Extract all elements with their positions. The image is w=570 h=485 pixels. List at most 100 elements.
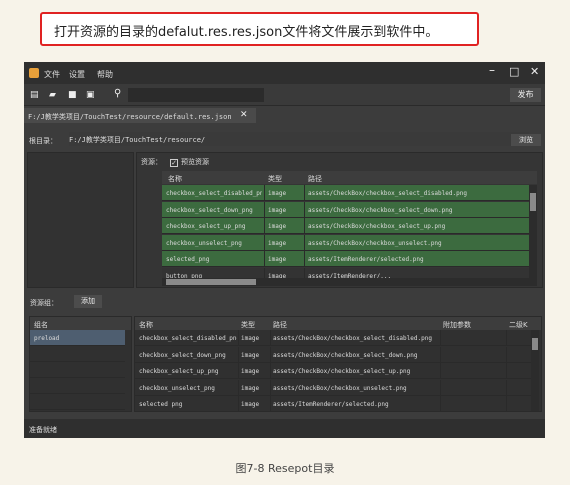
column-separator (270, 346, 271, 363)
search-icon[interactable]: ⚲ (114, 88, 121, 99)
resource-cell-name: checkbox_select_disabled_png (166, 190, 262, 197)
column-separator (270, 330, 271, 346)
publish-button[interactable]: 发布 (510, 88, 541, 102)
resource-table-header: 名称 类型 路径 (162, 171, 537, 184)
detail-row[interactable]: checkbox_select_down_png image assets/Chec… (135, 346, 531, 363)
column-separator (440, 330, 441, 346)
column-separator (270, 363, 271, 379)
app-logo-icon (29, 68, 39, 78)
column-separator (304, 185, 305, 201)
status-bar: 准备就绪 (24, 419, 545, 438)
resource-cell-type: image (268, 256, 287, 263)
detail-column-name[interactable]: 名称 (139, 320, 153, 330)
resource-row[interactable]: button_png image assets/ItemRenderer/... (162, 267, 529, 278)
resource-cell-name: checkbox_select_down_png (166, 206, 253, 214)
resource-row[interactable]: selected_png image assets/ItemRenderer/sel… (162, 251, 529, 267)
group-table-body: preload (30, 330, 125, 410)
resource-title: 资源： (141, 158, 162, 166)
column-separator (304, 251, 305, 267)
detail-cell-name: checkbox_select_down_png (139, 351, 226, 359)
menu-file[interactable]: 文件 (44, 69, 60, 80)
folder-tree-panel[interactable] (27, 152, 134, 288)
add-group-button[interactable]: 添加 (74, 295, 102, 308)
column-separator (440, 363, 441, 379)
tab-close-icon[interactable]: ✕ (240, 110, 248, 120)
column-separator (304, 234, 305, 251)
column-separator (304, 218, 305, 234)
detail-table-body: checkbox_select_disabled_png image assets/… (135, 330, 531, 411)
group-row[interactable] (30, 378, 125, 394)
column-separator (264, 201, 265, 218)
resource-row[interactable]: checkbox_select_disabled_png image assets/… (162, 185, 529, 201)
column-separator (506, 330, 507, 346)
column-separator (264, 267, 265, 278)
column-path[interactable]: 路径 (308, 174, 322, 184)
detail-cell-path: assets/CheckBox/checkbox_select_down.png (273, 351, 418, 359)
resource-row[interactable]: checkbox_select_up_png image assets/CheckB… (162, 218, 529, 234)
toolbar: ▤ ▰ ■ ▣ ⚲ 发布 (24, 84, 545, 106)
resource-table-body: checkbox_select_disabled_pngimage assets/… (162, 185, 529, 278)
detail-cell-type: image (241, 351, 260, 359)
column-separator (238, 379, 239, 396)
resource-panel: 资源： ✓ 预览资源 名称 类型 路径 checkbox_select_disabl… (136, 152, 543, 288)
detail-row[interactable]: checkbox_select_disabled_png image assets/… (135, 330, 531, 346)
group-row[interactable] (30, 394, 125, 410)
tab-default-res-json[interactable]: F:/J教学类项目/TouchTest/resource/default.res… (24, 108, 256, 123)
group-list-panel: 组名 preload (29, 316, 132, 412)
preview-checkbox[interactable]: ✓ (170, 159, 178, 167)
resource-cell-name: selected_png (166, 256, 210, 263)
maximize-icon[interactable]: □ (509, 65, 519, 78)
detail-column-extra[interactable]: 附加参数 (443, 320, 471, 330)
detail-vscroll[interactable] (531, 330, 539, 411)
detail-cell-type: image (241, 401, 260, 408)
column-name[interactable]: 名称 (168, 174, 182, 184)
group-row[interactable] (30, 362, 125, 378)
column-type[interactable]: 类型 (268, 174, 282, 184)
column-separator (440, 346, 441, 363)
resource-hscroll[interactable] (162, 278, 537, 286)
status-text: 准备就绪 (29, 426, 57, 434)
detail-row[interactable]: checkbox_unselect_png image assets/CheckBo… (135, 379, 531, 396)
root-label: 根目录： (29, 137, 57, 145)
instruction-callout: 打开资源的目录的defalut.res.res.json文件将文件展示到软件中。 (40, 12, 479, 46)
detail-cell-type: image (241, 368, 260, 375)
figure-caption: 图7-8 Resepot目录 (235, 462, 335, 475)
detail-cell-type: image (241, 335, 260, 342)
resource-cell-type: image (268, 206, 287, 214)
column-separator (238, 330, 239, 346)
resource-cell-name: checkbox_select_up_png (166, 223, 246, 230)
group-name-cell: preload (34, 335, 60, 342)
save-all-icon[interactable]: ▣ (86, 90, 95, 100)
column-separator (264, 234, 265, 251)
group-detail-panel: 名称 类型 路径 附加参数 二级K checkbox_select_disabl… (134, 316, 542, 412)
column-separator (238, 346, 239, 363)
minimize-icon[interactable]: – (489, 63, 495, 77)
detail-row[interactable]: selected png image assets/ItemRenderer/sel… (135, 396, 531, 411)
resource-cell-type: image (268, 223, 287, 230)
close-icon[interactable]: ✕ (530, 65, 539, 78)
column-separator (270, 379, 271, 396)
new-file-icon[interactable]: ▤ (30, 90, 39, 100)
root-path-field[interactable]: F:/J教学类项目/TouchTest/resource/ (69, 132, 529, 146)
resource-row[interactable]: checkbox_select_down_png image assets/Chec… (162, 201, 529, 218)
detail-row[interactable]: checkbox_select_up_png image assets/CheckB… (135, 363, 531, 379)
column-separator (506, 363, 507, 379)
detail-column-type[interactable]: 类型 (241, 320, 255, 330)
column-separator (270, 396, 271, 411)
menu-settings[interactable]: 设置 (69, 69, 85, 80)
column-group-name[interactable]: 组名 (34, 320, 48, 330)
resource-row[interactable]: checkbox_unselect_png image assets/CheckBo… (162, 234, 529, 251)
group-row[interactable]: preload (30, 330, 125, 346)
save-icon[interactable]: ■ (68, 90, 77, 100)
open-folder-icon[interactable]: ▰ (49, 90, 56, 100)
detail-column-path[interactable]: 路径 (273, 320, 287, 330)
browse-button[interactable]: 浏览 (511, 134, 541, 146)
group-row[interactable] (30, 346, 125, 362)
detail-column-level2[interactable]: 二级K (509, 320, 528, 330)
resource-cell-path: assets/ItemRenderer/selected.png (308, 256, 424, 263)
menu-help[interactable]: 帮助 (97, 69, 113, 80)
search-input[interactable] (128, 88, 264, 102)
resource-cell-type: image (268, 239, 287, 247)
resource-vscroll[interactable] (529, 185, 537, 278)
detail-cell-name: checkbox_select_up_png (139, 368, 219, 375)
